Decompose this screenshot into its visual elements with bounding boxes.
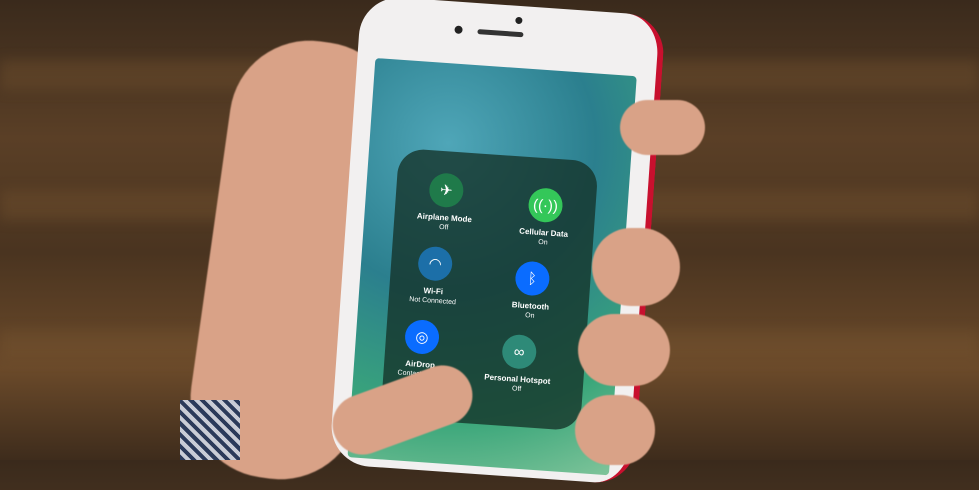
- airdrop-icon: ◎: [403, 318, 441, 356]
- hotspot-icon: ∞: [501, 333, 538, 370]
- airplane-icon: ✈: [428, 172, 465, 209]
- finger: [575, 395, 655, 465]
- personal-hotspot-toggle[interactable]: ∞ Personal Hotspot Off: [466, 331, 570, 397]
- front-camera-icon: [454, 25, 463, 35]
- wifi-icon: ◠: [417, 245, 454, 282]
- speaker: [477, 29, 524, 38]
- bluetooth-toggle[interactable]: ᛒ Bluetooth On: [480, 258, 584, 324]
- shirt-cuff: [180, 400, 240, 460]
- bluetooth-icon: ᛒ: [514, 260, 551, 297]
- finger: [592, 228, 680, 306]
- finger: [620, 100, 705, 155]
- wifi-toggle[interactable]: ◠ Wi-Fi Not Connected: [382, 243, 486, 309]
- camera-icon: [515, 16, 523, 25]
- antenna-icon: ((·)): [527, 187, 564, 224]
- airplane-mode-toggle[interactable]: ✈ Airplane Mode Off: [394, 170, 498, 236]
- cellular-data-toggle[interactable]: ((·)) Cellular Data On: [493, 185, 597, 251]
- finger: [578, 314, 670, 386]
